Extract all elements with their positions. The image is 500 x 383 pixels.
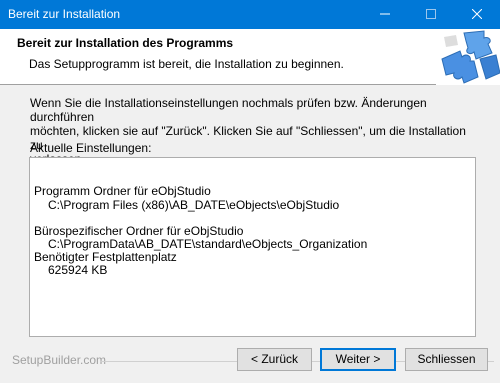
minimize-button[interactable] (362, 0, 408, 29)
instructions-line: Wenn Sie die Installationseinstellungen … (30, 96, 427, 124)
next-button[interactable]: Weiter > (320, 348, 396, 371)
office-folder-label: Bürospezifischer Ordner für eObjStudio (34, 224, 244, 238)
maximize-button[interactable] (408, 0, 454, 29)
wizard-header: Bereit zur Installation des Programms Da… (0, 29, 500, 85)
brand-label: SetupBuilder.com (12, 353, 107, 367)
installer-window: Bereit zur Installation Bereit zur Insta… (0, 0, 500, 383)
title-bar[interactable]: Bereit zur Installation (0, 0, 500, 29)
header-title: Bereit zur Installation des Programms (17, 36, 234, 50)
current-settings-label: Aktuelle Einstellungen: (30, 141, 152, 155)
instructions-text: Wenn Sie die Installationseinstellungen … (30, 96, 480, 166)
minimize-icon (380, 13, 390, 15)
window-title: Bereit zur Installation (8, 7, 121, 21)
puzzle-pieces-icon (436, 29, 500, 85)
office-folder-value: C:\ProgramData\AB_DATE\standard\eObjects… (48, 237, 368, 251)
program-folder-value: C:\Program Files (x86)\AB_DATE\eObjects\… (48, 198, 340, 212)
header-subtitle: Das Setupprogramm ist bereit, die Instal… (29, 57, 344, 71)
program-folder-label: Programm Ordner für eObjStudio (34, 184, 211, 198)
close-icon (472, 9, 482, 19)
disk-space-label: Benötigter Festplattenplatz (34, 250, 177, 264)
back-button[interactable]: < Zurück (237, 348, 312, 371)
maximize-icon (426, 9, 436, 19)
disk-space-value: 625924 KB (48, 263, 108, 277)
settings-summary-box[interactable]: Programm Ordner für eObjStudio C:\Progra… (29, 157, 476, 337)
close-setup-button[interactable]: Schliessen (405, 348, 488, 371)
close-button[interactable] (454, 0, 500, 29)
